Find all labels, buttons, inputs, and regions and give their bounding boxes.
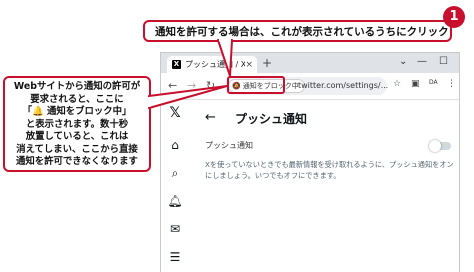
back-arrow-icon[interactable]: ← [205, 110, 216, 125]
home-icon[interactable]: ⌂ [168, 138, 182, 152]
forward-arrow-icon[interactable]: → [187, 79, 196, 92]
search-icon[interactable]: ⌕ [168, 166, 182, 180]
push-notification-label: プッシュ通知 [205, 141, 253, 150]
left-callout-line: Webサイトから通知の許可が [13, 81, 141, 92]
settings-panel: ← プッシュ通知 プッシュ通知 Xを使っていないときでも最新情報を受け取れるよう… [191, 100, 459, 272]
x-favicon-icon: X [172, 60, 181, 69]
browser-toolbar: ← → ↻ 🔕 通知をブロック中 twitter.com/settings/..… [161, 73, 459, 100]
messages-icon[interactable]: ✉ [168, 222, 182, 236]
browser-window: X プッシュ通知 / X × + ⌄ — ☐ ← → ↻ 🔕 通知をブロック中 … [160, 52, 460, 272]
tab-close-icon[interactable]: × [245, 60, 253, 70]
left-callout-line: 放置していると、これは [25, 131, 129, 142]
top-callout-text: 通知を許可する場合は、これが表示されているうちにクリック [155, 25, 449, 38]
left-callout: Webサイトから通知の許可が 要求されると、ここに 「🔔 通知をブロック中」 と… [3, 76, 151, 172]
url-text: twitter.com/settings/... [298, 81, 389, 90]
new-tab-button[interactable]: + [262, 56, 272, 70]
chip-highlight-box [227, 76, 285, 94]
maximize-button[interactable]: ☐ [439, 56, 448, 67]
notifications-icon[interactable]: 🔔︎ [167, 194, 182, 208]
profile-badge[interactable]: DA [429, 79, 438, 86]
star-icon[interactable]: ☆ [393, 79, 401, 89]
tab-title: プッシュ通知 / X [185, 60, 246, 69]
left-callout-line: 要求されると、ここに [30, 93, 124, 105]
lists-icon[interactable]: ☰ [168, 250, 182, 264]
page-title: プッシュ通知 [235, 112, 308, 126]
left-callout-line: 「🔔 通知をブロック中」 [22, 106, 132, 117]
x-sidebar: 𝕏 ⌂ ⌕ 🔔︎ ✉ ☰ [161, 100, 191, 272]
x-logo-icon[interactable]: 𝕏 [168, 105, 182, 121]
left-callout-line: と表示されます。数十秒 [25, 118, 129, 130]
back-arrow-icon[interactable]: ← [168, 79, 177, 92]
push-notification-toggle[interactable] [429, 140, 451, 152]
left-callout-line: 通知を許可できなくなります [16, 156, 138, 167]
toggle-knob [429, 140, 441, 152]
menu-icon[interactable]: ⋮ [447, 79, 456, 89]
step-number-badge: 1 [443, 6, 465, 28]
tab-push-notifications[interactable]: X プッシュ通知 / X × [167, 56, 257, 73]
minimize-button[interactable]: — [417, 56, 427, 67]
tab-search-icon[interactable]: ⌄ [399, 56, 407, 67]
extension-icon[interactable]: ▣ [411, 79, 420, 89]
left-callout-line: 消えてしまい、ここから直接 [16, 143, 138, 155]
push-notification-description: Xを使っていないときでも最新情報を受け取れるように、プッシュ通知をオンにしましょ… [205, 160, 454, 180]
top-callout: 通知を許可する場合は、これが表示されているうちにクリック [143, 20, 452, 42]
reload-icon[interactable]: ↻ [206, 79, 215, 92]
tab-strip: X プッシュ通知 / X × + ⌄ — ☐ [161, 53, 459, 73]
